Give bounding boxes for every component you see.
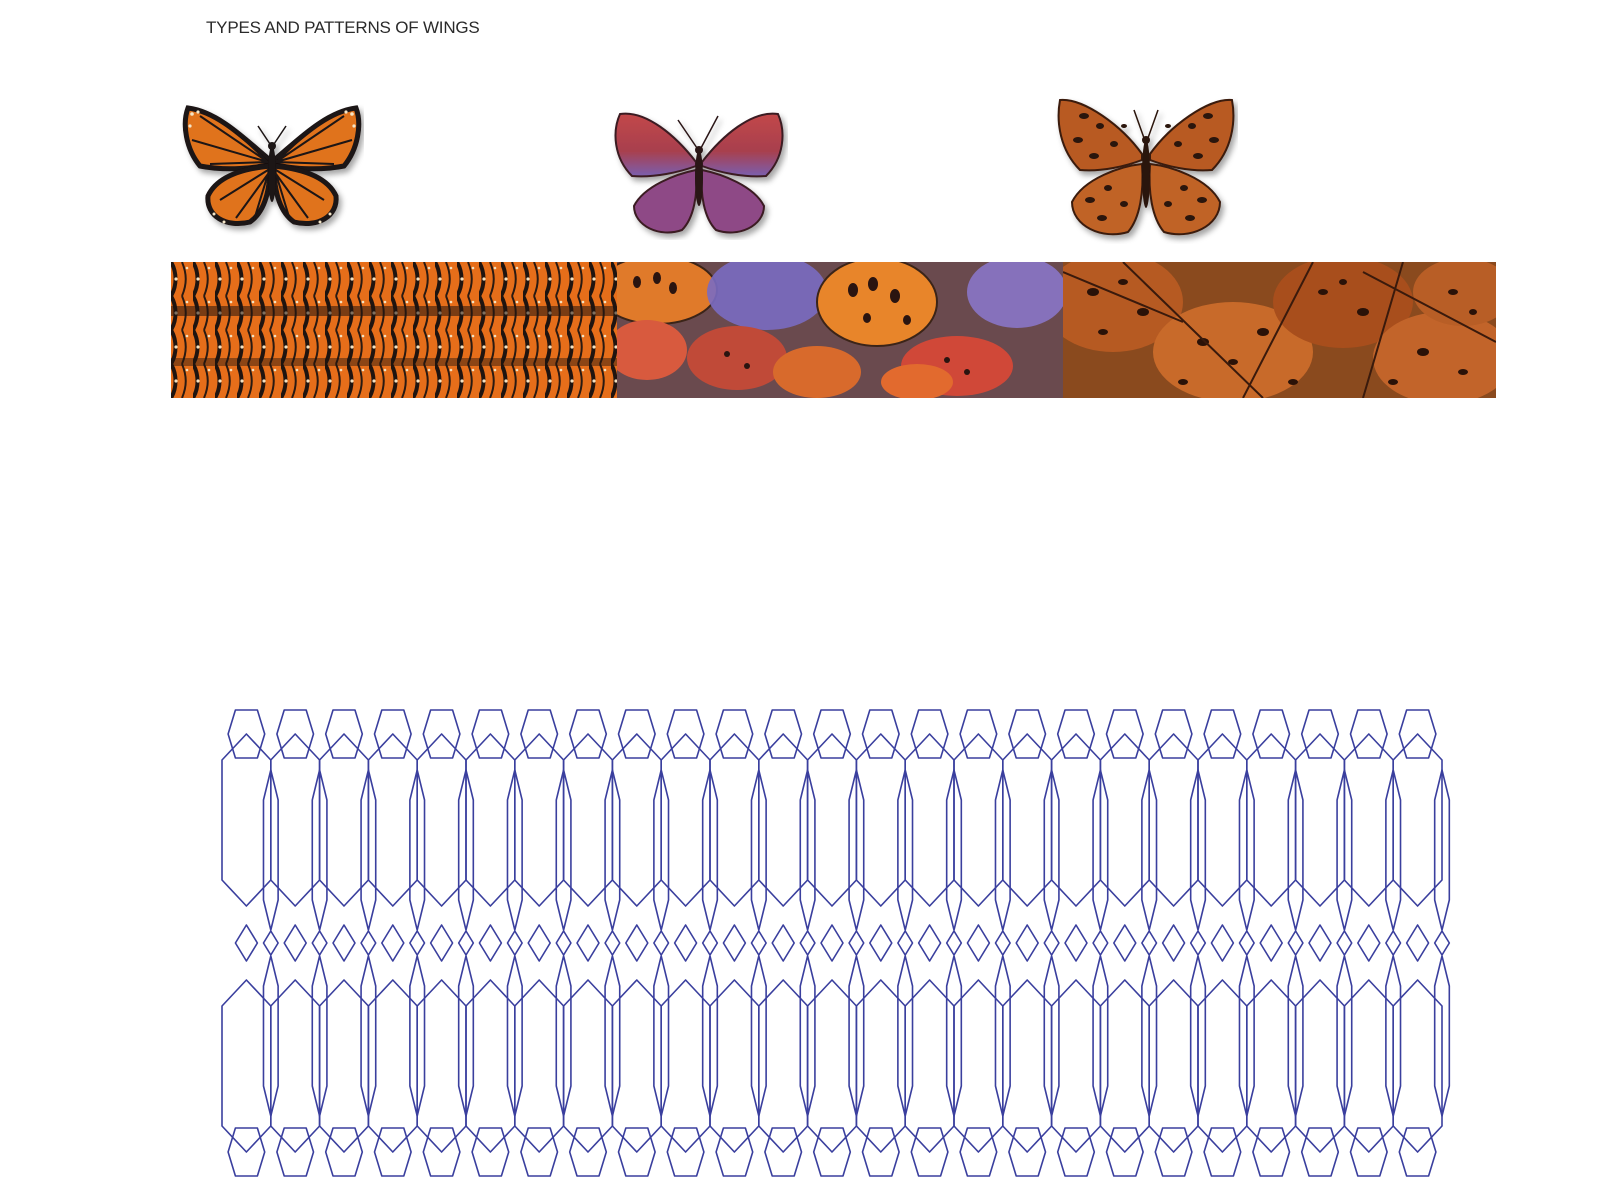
mesh-cell xyxy=(429,924,454,962)
mesh-cell xyxy=(701,930,719,956)
mesh-cell xyxy=(527,924,551,962)
mesh-cell xyxy=(966,924,991,962)
mesh-cell xyxy=(1287,930,1304,956)
mesh-cell xyxy=(1308,924,1332,962)
mesh-cell xyxy=(869,924,893,962)
mesh-cell xyxy=(283,924,307,962)
mesh-cell xyxy=(360,930,377,956)
mesh-cell xyxy=(381,924,405,962)
mesh-cell xyxy=(555,930,572,956)
mesh-cell xyxy=(506,930,523,956)
mesh-cell xyxy=(653,930,670,956)
mesh-cell xyxy=(799,930,816,956)
mesh-cell xyxy=(820,924,844,962)
mesh-cell xyxy=(1064,924,1088,962)
mesh-cell xyxy=(625,924,649,962)
mesh-cell xyxy=(311,930,328,956)
mesh-cell xyxy=(1238,930,1255,956)
mesh-cell xyxy=(1113,924,1137,962)
mesh-cell xyxy=(1015,924,1039,962)
mesh-cell xyxy=(604,930,621,956)
mesh-cell xyxy=(750,930,767,956)
mesh-cell xyxy=(1141,930,1158,956)
mesh-cell xyxy=(722,924,747,962)
mesh-cell xyxy=(897,930,914,956)
mesh-cell xyxy=(1043,930,1060,956)
hexagonal-wing-mesh xyxy=(221,709,1451,1177)
mesh-cell xyxy=(576,924,600,962)
mesh-cell xyxy=(478,924,503,962)
mesh-cell xyxy=(771,924,795,962)
mesh-cell xyxy=(1433,930,1451,956)
mesh-cell xyxy=(234,924,259,962)
mesh-cell xyxy=(1357,924,1381,962)
mesh-cell xyxy=(673,924,698,962)
mesh-cell xyxy=(409,930,426,956)
mesh-cell xyxy=(262,930,279,956)
mesh-cell xyxy=(848,930,865,956)
mesh-cell xyxy=(1210,924,1235,962)
mesh-cell xyxy=(1405,924,1430,962)
mesh-cell xyxy=(457,930,475,956)
mesh-cell xyxy=(994,930,1011,956)
mesh-cell xyxy=(1092,930,1109,956)
mesh-cell xyxy=(1385,930,1402,956)
mesh-cell xyxy=(1161,924,1186,962)
mesh-cell xyxy=(1336,930,1353,956)
mesh-cell xyxy=(1259,924,1283,962)
mesh-cell xyxy=(1189,930,1207,956)
mesh-cell xyxy=(917,924,942,962)
mesh-cell xyxy=(332,924,356,962)
mesh-cell xyxy=(945,930,963,956)
